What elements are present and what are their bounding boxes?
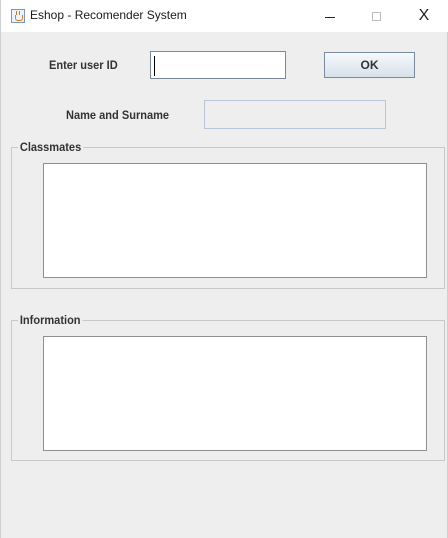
- information-textarea[interactable]: [43, 336, 427, 451]
- name-surname-label: Name and Surname: [66, 108, 170, 122]
- user-id-label: Enter user ID: [49, 58, 118, 72]
- close-button[interactable]: X: [401, 0, 447, 32]
- java-cup-icon: [11, 9, 25, 23]
- name-surname-field: [204, 100, 386, 129]
- minimize-icon: [325, 16, 335, 18]
- information-panel: Information: [11, 313, 445, 461]
- information-panel-title: Information: [18, 313, 83, 327]
- classmates-panel: Classmates: [11, 140, 445, 289]
- classmates-panel-title: Classmates: [18, 140, 84, 154]
- user-id-input[interactable]: [150, 51, 286, 79]
- ok-button[interactable]: OK: [324, 52, 415, 78]
- maximize-button[interactable]: [353, 0, 399, 32]
- close-icon: X: [418, 7, 430, 24]
- classmates-textarea[interactable]: [43, 163, 427, 278]
- minimize-button[interactable]: [307, 0, 353, 32]
- text-caret: [154, 56, 155, 76]
- maximize-icon: [371, 11, 381, 21]
- app-window: Eshop - Recomender System X Enter user I…: [0, 0, 448, 538]
- window-title: Eshop - Recomender System: [30, 8, 187, 22]
- title-bar[interactable]: Eshop - Recomender System X: [1, 0, 448, 32]
